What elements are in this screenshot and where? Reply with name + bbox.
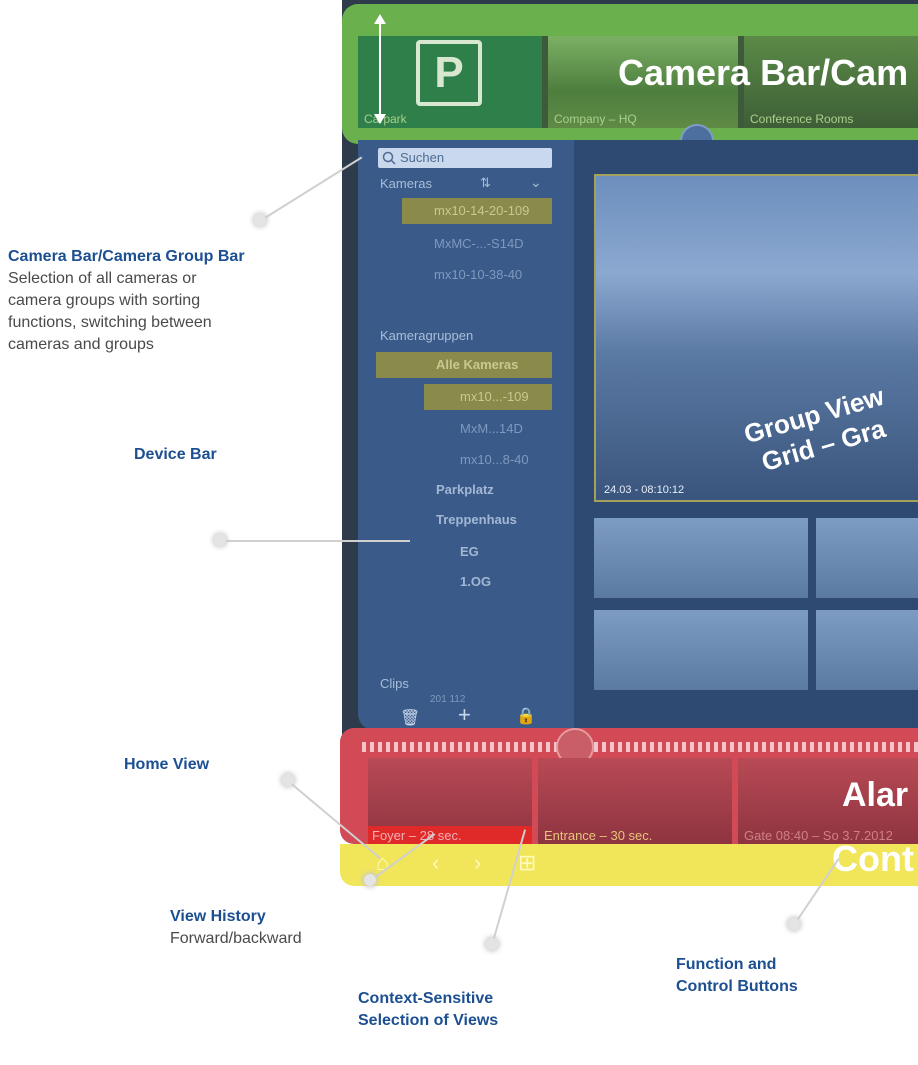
grid-camera-view[interactable] bbox=[594, 610, 808, 690]
camera-list-item[interactable]: mx10-10-38-40 bbox=[434, 267, 522, 282]
camera-bar-annotation-desc-1: Selection of all cameras or bbox=[8, 270, 197, 287]
connector-dot bbox=[282, 774, 294, 786]
clips-section-header[interactable]: Clips bbox=[380, 676, 409, 691]
context-views-annotation-title-2: Selection of Views bbox=[358, 1012, 499, 1029]
search-input[interactable]: Suchen bbox=[378, 148, 552, 168]
home-view-annotation-title: Home View bbox=[124, 756, 210, 773]
chevron-down-icon[interactable]: ⌄ bbox=[530, 174, 542, 191]
connector-line bbox=[220, 540, 410, 542]
back-icon[interactable]: ‹ bbox=[432, 850, 439, 876]
view-history-annotation-title: View History bbox=[170, 908, 266, 925]
search-placeholder: Suchen bbox=[400, 150, 445, 165]
parking-sign-icon: P bbox=[416, 40, 482, 106]
alarm-bar-overlay-title: Alar bbox=[842, 776, 909, 814]
device-bar-annotation-title: Device Bar bbox=[134, 446, 217, 463]
height-arrow-icon bbox=[374, 14, 386, 124]
camera-groups-section-header[interactable]: Kameragruppen bbox=[380, 328, 473, 343]
camera-list-item[interactable]: mx10-14-20-109 bbox=[402, 198, 552, 224]
connector-dot bbox=[486, 938, 498, 950]
alarm-label: Entrance – 30 sec. bbox=[544, 828, 653, 843]
group-stairs[interactable]: Treppenhaus bbox=[436, 512, 517, 527]
grid-camera-view[interactable] bbox=[816, 610, 918, 690]
group-all-cameras[interactable]: Alle Kameras bbox=[376, 352, 552, 378]
camera-bar-annotation-desc-4: cameras and groups bbox=[8, 336, 154, 353]
group-camera-item[interactable]: mx10...-109 bbox=[424, 384, 552, 410]
alarm-label: Foyer – 28 sec. bbox=[372, 828, 462, 843]
group-1og[interactable]: 1.OG bbox=[460, 574, 491, 589]
camera-thumb-label: Company – HQ bbox=[554, 112, 637, 126]
group-camera-item[interactable]: mx10...8-40 bbox=[460, 452, 529, 467]
camera-bar-annotation-desc-3: functions, switching between bbox=[8, 314, 212, 331]
connector-dot bbox=[788, 918, 800, 930]
view-timestamp: 24.03 - 08:10:12 bbox=[604, 484, 685, 496]
control-bar-overlay-title: Cont bbox=[832, 838, 914, 879]
add-icon[interactable]: + bbox=[458, 702, 471, 728]
forward-icon[interactable]: › bbox=[474, 850, 481, 876]
grid-camera-view[interactable] bbox=[816, 518, 918, 598]
camera-list-item[interactable]: MxMC-...-S14D bbox=[434, 236, 524, 251]
trash-icon[interactable]: 🗑 bbox=[400, 708, 420, 728]
view-history-annotation-desc: Forward/backward bbox=[170, 930, 302, 947]
group-parking[interactable]: Parkplatz bbox=[436, 482, 494, 497]
grid-camera-view[interactable] bbox=[594, 518, 808, 598]
sort-icon[interactable]: ⇅ bbox=[480, 175, 491, 191]
views-icon[interactable]: ⊞ bbox=[518, 850, 536, 876]
camera-bar-annotation-desc-2: camera groups with sorting bbox=[8, 292, 201, 309]
function-buttons-annotation-title-1: Function and bbox=[676, 956, 777, 973]
function-buttons-annotation-title-2: Control Buttons bbox=[676, 978, 798, 995]
camera-bar-overlay-title: Camera Bar/Cam bbox=[618, 52, 909, 93]
film-strip-top bbox=[362, 742, 918, 752]
lock-icon[interactable]: 🔒 bbox=[516, 706, 536, 726]
cameras-section-header[interactable]: Kameras bbox=[380, 176, 432, 191]
camera-thumb-label: Conference Rooms bbox=[750, 112, 854, 126]
connector-dot bbox=[254, 214, 266, 226]
connector-dot bbox=[364, 874, 376, 886]
camera-bar-annotation-title: Camera Bar/Camera Group Bar bbox=[8, 248, 245, 265]
group-eg[interactable]: EG bbox=[460, 544, 479, 559]
main-camera-view[interactable] bbox=[594, 174, 918, 502]
search-icon bbox=[382, 151, 396, 165]
context-views-annotation-title-1: Context-Sensitive bbox=[358, 990, 494, 1007]
connector-dot bbox=[214, 534, 226, 546]
group-camera-item[interactable]: MxM...14D bbox=[460, 421, 523, 436]
